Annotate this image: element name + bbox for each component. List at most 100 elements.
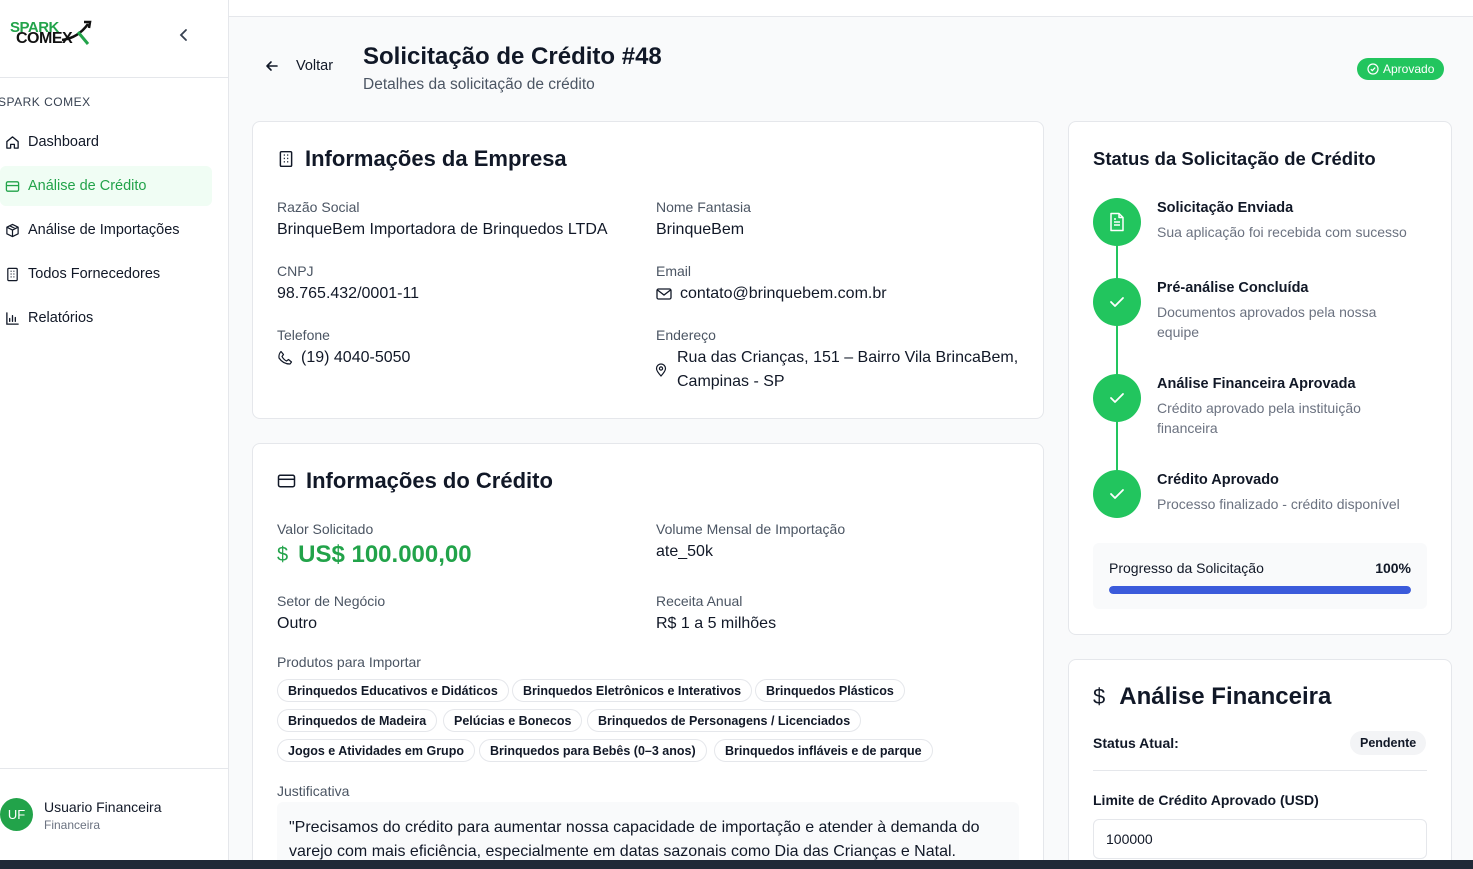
spark-comex-logo[interactable]: SPARK COMEX	[8, 18, 92, 50]
sidebar-item-fornecedores[interactable]: Todos Fornecedores	[0, 254, 212, 294]
check-circle-icon	[1367, 63, 1379, 75]
bar-chart-icon	[4, 310, 20, 326]
cnpj-label: CNPJ	[277, 263, 314, 279]
product-tag: Brinquedos Eletrônicos e Interativos	[512, 679, 753, 702]
credit-info-title-text: Informações do Crédito	[306, 468, 553, 493]
timeline-step-title: Análise Financeira Aprovada	[1157, 376, 1356, 392]
financial-analysis-title-text: Análise Financeira	[1119, 683, 1332, 710]
map-pin-icon	[655, 363, 667, 377]
email-text: contato@brinquebem.com.br	[680, 285, 887, 302]
valor-solicitado-value: $ US$ 100.000,00	[277, 541, 472, 569]
arrow-left-icon	[266, 61, 278, 71]
product-tag: Brinquedos Plásticos	[755, 679, 905, 702]
check-icon	[1110, 489, 1124, 499]
credit-info-title: Informações do Crédito	[277, 468, 553, 494]
sidebar-item-label: Relatórios	[28, 310, 94, 326]
valor-solicitado-text: US$ 100.000,00	[298, 541, 472, 568]
timeline-step-desc: Processo finalizado - crédito disponível	[1157, 496, 1400, 512]
product-tag: Brinquedos de Madeira	[277, 709, 438, 732]
credit-card-icon	[277, 474, 296, 488]
product-tag: Brinquedos infláveis e de parque	[714, 739, 933, 762]
dollar-icon: $	[277, 543, 289, 566]
back-label: Voltar	[296, 58, 334, 74]
timeline-step-desc: Documentos aprovados pela nossa equipe	[1157, 304, 1377, 340]
status-card-title: Status da Solicitação de Crédito	[1093, 148, 1376, 169]
produtos-label: Produtos para Importar	[277, 654, 421, 670]
financial-analysis-title: $ Análise Financeira	[1093, 683, 1331, 711]
sidebar-item-label: Dashboard	[28, 134, 99, 150]
receita-anual-value: R$ 1 a 5 milhões	[656, 615, 777, 632]
timeline-step-title: Pré-análise Concluída	[1157, 280, 1309, 296]
company-info-title-text: Informações da Empresa	[305, 146, 567, 171]
top-bar	[229, 0, 1473, 17]
back-button[interactable]: Voltar	[264, 58, 333, 74]
sidebar-item-label: Análise de Importações	[28, 222, 180, 238]
email-value[interactable]: contato@brinquebem.com.br	[656, 285, 887, 303]
status-badge-label: Aprovado	[1383, 62, 1435, 76]
status-badge: Aprovado	[1357, 58, 1445, 80]
volume-mensal-value: ate_50k	[656, 543, 713, 560]
sidebar-item-label: Análise de Crédito	[28, 178, 147, 194]
financial-status-label: Status Atual:	[1093, 735, 1179, 751]
credit-limit-input[interactable]	[1093, 819, 1427, 859]
mail-icon	[656, 288, 672, 300]
endereco-label: Endereço	[656, 327, 716, 343]
bottom-bar	[0, 860, 1473, 869]
sidebar-divider	[0, 77, 229, 78]
dollar-icon: $	[1093, 684, 1106, 709]
cnpj-value: 98.765.432/0001-11	[277, 285, 420, 302]
phone-icon	[278, 350, 293, 365]
timeline-step-title: Solicitação Enviada	[1157, 200, 1294, 216]
volume-mensal-label: Volume Mensal de Importação	[656, 521, 846, 537]
sidebar-item-relatorios[interactable]: Relatórios	[0, 298, 212, 338]
check-icon	[1110, 393, 1124, 403]
telefone-label: Telefone	[277, 327, 330, 343]
progress-panel: Progresso da Solicitação 100%	[1093, 543, 1427, 609]
product-tag: Jogos e Atividades em Grupo	[277, 739, 475, 762]
razao-social-label: Razão Social	[277, 199, 360, 215]
sidebar-item-analise-credito[interactable]: Análise de Crédito	[0, 166, 212, 206]
timeline-step-dot	[1093, 198, 1141, 246]
page-subtitle: Detalhes da solicitação de crédito	[363, 76, 595, 93]
collapse-sidebar-button[interactable]	[174, 25, 194, 45]
nome-fantasia-label: Nome Fantasia	[656, 199, 751, 215]
setor-negocio-label: Setor de Negócio	[277, 593, 386, 609]
user-name: Usuario Financeira	[44, 799, 162, 815]
avatar[interactable]: UF	[0, 798, 33, 831]
chevron-left-icon	[179, 29, 187, 41]
sidebar-item-analise-importacoes[interactable]: Análise de Importações	[0, 210, 212, 250]
check-icon	[1110, 297, 1124, 307]
logo-swoosh-icon	[61, 20, 92, 45]
product-tag: Pelúcias e Bonecos	[443, 709, 583, 732]
product-tag: Brinquedos Educativos e Didáticos	[277, 679, 509, 702]
document-icon	[1110, 212, 1124, 232]
progress-bar	[1109, 586, 1411, 594]
page-title: Solicitação de Crédito #48	[363, 43, 662, 70]
receita-anual-label: Receita Anual	[656, 593, 743, 609]
razao-social-value: BrinqueBem Importadora de Brinquedos LTD…	[277, 221, 608, 238]
progress-bar-fill	[1109, 586, 1411, 594]
progress-label: Progresso da Solicitação	[1109, 560, 1264, 576]
timeline-step-title: Crédito Aprovado	[1157, 472, 1279, 488]
credit-card-icon	[4, 178, 20, 194]
justificativa-text: "Precisamos do crédito para aumentar nos…	[277, 802, 1019, 869]
nome-fantasia-value: BrinqueBem	[656, 221, 745, 238]
product-tag: Brinquedos de Personagens / Licenciados	[587, 709, 862, 732]
sidebar-footer-divider	[0, 768, 229, 769]
product-tag: Brinquedos para Bebês (0–3 anos)	[479, 739, 707, 762]
user-role: Financeira	[44, 818, 101, 832]
timeline-step-desc: Sua aplicação foi recebida com sucesso	[1157, 224, 1407, 240]
package-icon	[4, 222, 20, 238]
company-info-title: Informações da Empresa	[277, 146, 567, 172]
timeline-step-dot	[1093, 470, 1141, 518]
home-icon	[4, 134, 20, 150]
timeline-step-dot	[1093, 278, 1141, 326]
building-icon	[279, 150, 293, 168]
telefone-text: (19) 4040-5050	[301, 349, 411, 366]
telefone-value[interactable]: (19) 4040-5050	[277, 349, 410, 367]
building-icon	[4, 266, 20, 282]
setor-negocio-value: Outro	[277, 615, 318, 632]
sidebar-section-label: SPARK COMEX	[0, 95, 91, 109]
endereco-value: Rua das Crianças, 151 – Bairro Vila Brin…	[655, 346, 1022, 394]
sidebar-item-dashboard[interactable]: Dashboard	[0, 122, 212, 162]
